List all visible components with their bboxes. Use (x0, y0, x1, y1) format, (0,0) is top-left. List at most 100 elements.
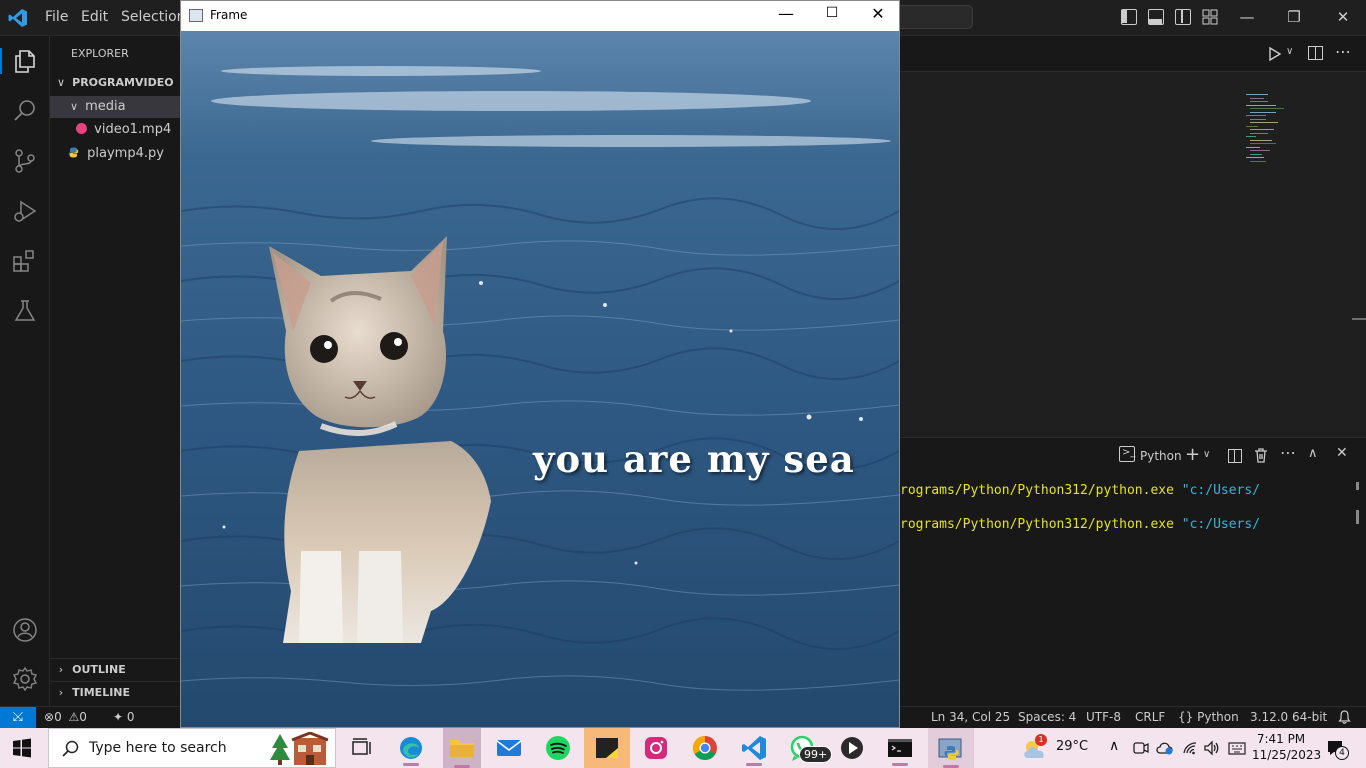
chrome-app-icon[interactable] (690, 734, 720, 762)
close-panel-icon[interactable]: ✕ (1336, 445, 1348, 461)
vscode-restore-icon[interactable]: ❐ (1284, 8, 1304, 26)
terminal-scrollbar[interactable] (1356, 482, 1359, 490)
accounts-icon[interactable] (12, 617, 38, 643)
chevron-right-icon: › (58, 663, 64, 676)
remote-indicator-icon[interactable]: ⤩ (0, 707, 36, 729)
extensions-icon[interactable] (12, 248, 38, 274)
outline-section[interactable]: › OUTLINE (50, 659, 180, 681)
more-actions-icon[interactable]: ⋯ (1335, 42, 1351, 61)
language-mode[interactable]: {} Python (1178, 710, 1239, 724)
terminal-icon: >_ (1119, 446, 1135, 462)
python-interpreter[interactable]: 3.12.0 64-bit (1250, 710, 1327, 724)
menu-selection[interactable]: Selection (121, 9, 186, 25)
timeline-section[interactable]: › TIMELINE (50, 682, 180, 704)
menu-file[interactable]: File (45, 9, 68, 25)
notification-center[interactable]: 4 (1322, 728, 1352, 768)
minimap-line (1246, 125, 1258, 127)
folder-media-label: media (85, 99, 126, 114)
vscode-minimize-icon[interactable]: — (1237, 8, 1257, 26)
onedrive-sync-icon[interactable] (1156, 740, 1174, 756)
python-app-icon[interactable] (928, 728, 974, 768)
show-hidden-icons-chevron-icon[interactable]: ∧ (1109, 738, 1119, 754)
system-clock[interactable]: 7:41 PM 11/25/2023 (1252, 731, 1321, 763)
explorer-icon[interactable] (12, 48, 38, 74)
minimap-line (1250, 118, 1266, 120)
minimap-line (1250, 132, 1268, 134)
menu-edit[interactable]: Edit (81, 9, 108, 25)
run-python-icon[interactable] (1266, 46, 1282, 62)
vscode-app-icon[interactable] (739, 734, 769, 766)
edge-app-icon[interactable] (396, 734, 426, 766)
indentation[interactable]: Spaces: 4 (1018, 710, 1076, 724)
trash-icon[interactable] (1254, 448, 1268, 463)
broadcast-icon: ✦ (113, 710, 124, 724)
customize-layout-icon[interactable] (1202, 9, 1218, 25)
weather-widget[interactable]: 1 29°C (1020, 728, 1090, 768)
mail-app-icon[interactable] (494, 734, 524, 762)
folder-root[interactable]: ∨ PROGRAMVIDEO (50, 72, 180, 94)
toggle-secondary-sidebar-icon[interactable] (1175, 9, 1191, 25)
spotify-app-icon[interactable] (543, 734, 573, 762)
minimap-line (1250, 143, 1276, 144)
file-video1[interactable]: video1.mp4 (50, 119, 180, 141)
toggle-panel-icon[interactable] (1148, 9, 1164, 25)
line-ending[interactable]: CRLF (1135, 710, 1165, 724)
meet-now-icon[interactable] (1133, 741, 1149, 755)
encoding[interactable]: UTF-8 (1086, 710, 1121, 724)
vscode-logo-icon (8, 9, 27, 27)
video-file-icon (76, 123, 87, 134)
windows-start-icon[interactable] (12, 738, 32, 758)
media-player-app-icon[interactable] (837, 734, 867, 762)
chevron-right-icon: › (58, 686, 64, 699)
frame-minimize-icon[interactable]: — (771, 4, 801, 23)
run-debug-icon[interactable] (12, 198, 38, 224)
file-playmp4[interactable]: playmp4.py (50, 143, 180, 165)
minimap-line (1250, 108, 1284, 109)
whatsapp-app-icon[interactable]: 99+ (788, 734, 833, 763)
ports-indicator[interactable]: ✦ 0 (113, 710, 135, 724)
chevron-down-icon[interactable]: ∨ (1286, 46, 1293, 57)
input-method-icon[interactable] (1228, 740, 1246, 756)
volume-icon[interactable] (1204, 740, 1220, 756)
frame-close-icon[interactable]: ✕ (863, 4, 893, 23)
instagram-app-icon[interactable] (641, 734, 671, 762)
terminal-name[interactable]: Python (1140, 449, 1182, 463)
toggle-sidebar-icon[interactable] (1121, 9, 1137, 25)
frame-maximize-icon[interactable]: ☐ (817, 5, 847, 21)
minimap[interactable] (1244, 94, 1314, 174)
search-icon[interactable] (12, 98, 38, 124)
task-view-icon[interactable] (347, 734, 377, 762)
chevron-down-icon: ∨ (56, 76, 66, 89)
warning-icon: ⚠ (68, 710, 80, 724)
problems-indicator[interactable]: ⊗0 ⚠0 (44, 710, 87, 724)
terminal-line-path: rograms/Python/Python312/python.exe (900, 517, 1174, 532)
command-center[interactable] (900, 5, 973, 29)
testing-icon[interactable] (12, 298, 38, 324)
maximize-panel-icon[interactable]: ∧ (1308, 446, 1318, 461)
terminal-app-icon[interactable] (885, 734, 915, 766)
settings-gear-icon[interactable] (12, 666, 38, 692)
running-indicator (746, 763, 762, 766)
frame-titlebar[interactable]: Frame — ☐ ✕ (181, 1, 899, 31)
terminal-line-arg: "c:/Users/ (1181, 483, 1261, 498)
minimap-line (1246, 94, 1268, 95)
more-actions-icon[interactable]: ⋯ (1280, 443, 1296, 462)
terminal-scrollbar[interactable] (1356, 510, 1359, 524)
split-editor-icon[interactable] (1308, 46, 1323, 60)
chevron-down-icon[interactable]: ∨ (1203, 449, 1210, 460)
vscode-close-icon[interactable]: ✕ (1333, 8, 1353, 26)
sticky-notes-app-icon[interactable] (584, 728, 630, 768)
new-terminal-icon[interactable]: + (1185, 444, 1200, 465)
source-control-icon[interactable] (12, 148, 38, 174)
search-highlight-icon (270, 732, 329, 765)
cursor-position[interactable]: Ln 34, Col 25 (931, 710, 1010, 724)
terminal-line: rograms/Python/Python312/python.exe "c:/… (900, 483, 1260, 498)
split-terminal-icon[interactable] (1228, 449, 1242, 463)
taskbar-search-box[interactable]: Type here to search (48, 728, 336, 768)
folder-media[interactable]: ∨ media (50, 96, 180, 118)
file-explorer-app-icon[interactable] (443, 728, 481, 768)
wifi-icon[interactable] (1182, 740, 1198, 756)
editor-scrollbar[interactable] (1352, 318, 1366, 320)
notifications-bell-icon[interactable] (1338, 710, 1351, 724)
warning-count: 0 (79, 710, 87, 724)
